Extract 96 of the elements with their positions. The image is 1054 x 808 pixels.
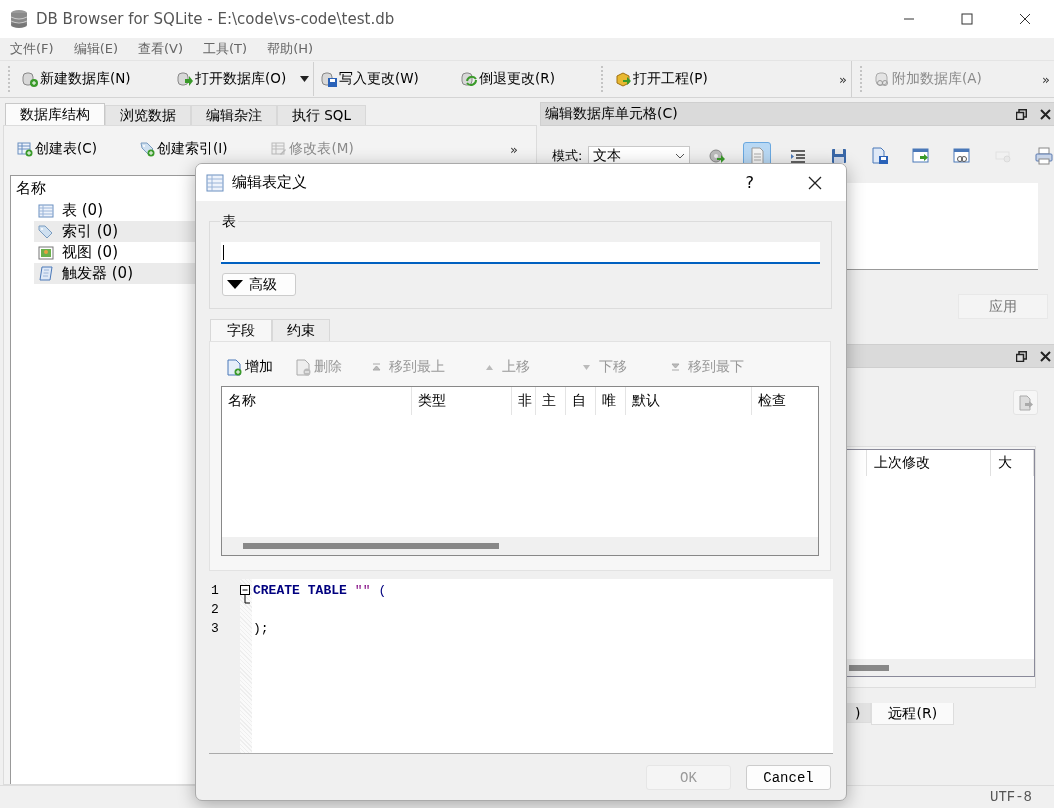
toolbar-button[interactable]: 增加 bbox=[226, 358, 273, 376]
maximize-icon[interactable] bbox=[961, 13, 973, 25]
code-token: TABLE bbox=[307, 583, 347, 598]
triangle-down-icon bbox=[227, 280, 243, 289]
move-top-icon bbox=[372, 363, 381, 371]
toolbar-button[interactable]: 创建表(C) bbox=[14, 137, 100, 161]
dialog-button[interactable]: Cancel bbox=[746, 765, 831, 790]
close-icon[interactable] bbox=[1019, 13, 1031, 25]
table-name-field[interactable] bbox=[221, 242, 820, 264]
printer-icon bbox=[1034, 146, 1054, 166]
column-header[interactable]: 唯 bbox=[596, 387, 626, 415]
column-header[interactable]: 名称 bbox=[222, 387, 412, 415]
close-icon[interactable] bbox=[1040, 108, 1052, 120]
column-header[interactable]: 非 bbox=[512, 387, 536, 415]
scrollbar-thumb[interactable] bbox=[243, 543, 499, 549]
create-index-icon bbox=[138, 141, 155, 157]
encoding-label: UTF-8 bbox=[990, 789, 1032, 805]
column-header[interactable]: 自 bbox=[566, 387, 596, 415]
open-database-icon bbox=[177, 71, 193, 87]
move-down-icon bbox=[582, 363, 591, 371]
tab[interactable]: 字段 bbox=[210, 319, 272, 341]
column-header[interactable]: 检查 bbox=[752, 387, 818, 415]
window-link-icon bbox=[952, 146, 973, 166]
table-icon bbox=[206, 173, 224, 192]
package-icon bbox=[615, 71, 631, 87]
help-button[interactable]: ? bbox=[739, 172, 760, 193]
save-file-icon bbox=[870, 146, 891, 166]
tag-icon bbox=[38, 224, 54, 239]
toolbar-button[interactable]: 倒退更改(R) bbox=[458, 67, 593, 91]
window-title: DB Browser for SQLite - E:\code\vs-code\test.db bbox=[36, 10, 396, 28]
mode-label: 模式: bbox=[552, 147, 583, 165]
menu-item[interactable]: 工具(T) bbox=[203, 40, 248, 58]
dock-title: 编辑数据库单元格(C) bbox=[545, 105, 679, 123]
chevron-down-icon bbox=[675, 153, 686, 159]
edit-table-icon bbox=[271, 141, 288, 157]
save-database-icon bbox=[321, 71, 337, 87]
code-token: CREATE bbox=[253, 583, 300, 598]
tab[interactable]: 约束 bbox=[272, 319, 330, 341]
tab[interactable]: 浏览数据 bbox=[105, 105, 191, 125]
code-token: "" bbox=[354, 583, 371, 598]
dialog-title: 编辑表定义 bbox=[232, 173, 308, 192]
code-token: ( bbox=[378, 583, 387, 598]
toolbar-button[interactable]: 创建索引(I) bbox=[135, 137, 231, 161]
toolbar-button[interactable]: 打开工程(P) bbox=[612, 67, 711, 91]
restore-icon[interactable] bbox=[1016, 108, 1028, 120]
tree-item[interactable]: 触发器 (0) bbox=[62, 264, 133, 283]
create-table-icon bbox=[17, 141, 33, 157]
add-field-icon bbox=[226, 358, 242, 376]
column-header[interactable]: 类型 bbox=[412, 387, 512, 415]
column-header[interactable]: 上次修改 bbox=[867, 450, 991, 476]
move-bottom-icon bbox=[671, 363, 680, 371]
overflow-button[interactable]: » bbox=[506, 141, 522, 157]
menu-item[interactable]: 文件(F) bbox=[10, 40, 54, 58]
overflow-button[interactable]: » bbox=[835, 71, 851, 87]
toolbar-button[interactable]: 新建数据库(N) bbox=[19, 67, 174, 91]
toolbar-button[interactable]: 打开数据库(O) bbox=[174, 67, 300, 91]
tab[interactable]: 数据库结构 bbox=[5, 103, 105, 125]
tree-item[interactable]: 索引 (0) bbox=[62, 222, 118, 241]
close-icon[interactable] bbox=[808, 175, 822, 190]
mode-dropdown[interactable]: 文本 bbox=[588, 146, 691, 166]
tab[interactable]: 编辑杂注 bbox=[191, 105, 277, 125]
fold-marker-icon[interactable] bbox=[240, 582, 251, 604]
dropdown-arrow-icon[interactable] bbox=[300, 76, 309, 82]
column-header: 名称 bbox=[16, 178, 46, 199]
table-icon bbox=[38, 203, 54, 218]
column-header[interactable]: 大 bbox=[991, 450, 1035, 476]
column-header[interactable]: 主 bbox=[536, 387, 566, 415]
tab[interactable]: 远程(R) bbox=[871, 703, 955, 725]
database-icon bbox=[10, 9, 28, 29]
line-number: 3 bbox=[210, 620, 220, 638]
image-icon bbox=[38, 245, 54, 260]
document-arrow-icon bbox=[1017, 394, 1034, 411]
close-icon[interactable] bbox=[1040, 350, 1052, 362]
refresh-icon bbox=[461, 71, 477, 87]
menu-item[interactable]: 查看(V) bbox=[138, 40, 184, 58]
tab[interactable]: 执行 SQL bbox=[277, 105, 366, 125]
line-number: 1 bbox=[210, 582, 220, 600]
tree-item[interactable]: 视图 (0) bbox=[62, 243, 118, 262]
tree-item[interactable]: 表 (0) bbox=[62, 201, 103, 220]
scrollbar-thumb[interactable] bbox=[849, 664, 889, 671]
menu-item[interactable]: 编辑(E) bbox=[73, 40, 118, 58]
new-database-icon bbox=[22, 71, 38, 87]
group-label: 表 bbox=[220, 213, 238, 231]
code-token: ); bbox=[253, 621, 269, 636]
overflow-button[interactable]: » bbox=[1038, 71, 1054, 87]
remove-field-icon bbox=[295, 358, 311, 376]
attach-database-icon bbox=[874, 71, 890, 87]
column-header[interactable]: 默认 bbox=[626, 387, 752, 415]
advanced-button[interactable]: 高级 bbox=[222, 273, 296, 296]
line-number: 2 bbox=[210, 601, 220, 619]
toolbar-button[interactable]: 写入更改(W) bbox=[318, 67, 458, 91]
sql-editor[interactable]: 1 2 3 CREATE TABLE "" ( ); bbox=[209, 579, 833, 754]
restore-icon[interactable] bbox=[1016, 350, 1028, 362]
window-import-icon bbox=[911, 146, 932, 166]
menu-item[interactable]: 帮助(H) bbox=[267, 40, 314, 58]
move-up-icon bbox=[485, 363, 494, 371]
